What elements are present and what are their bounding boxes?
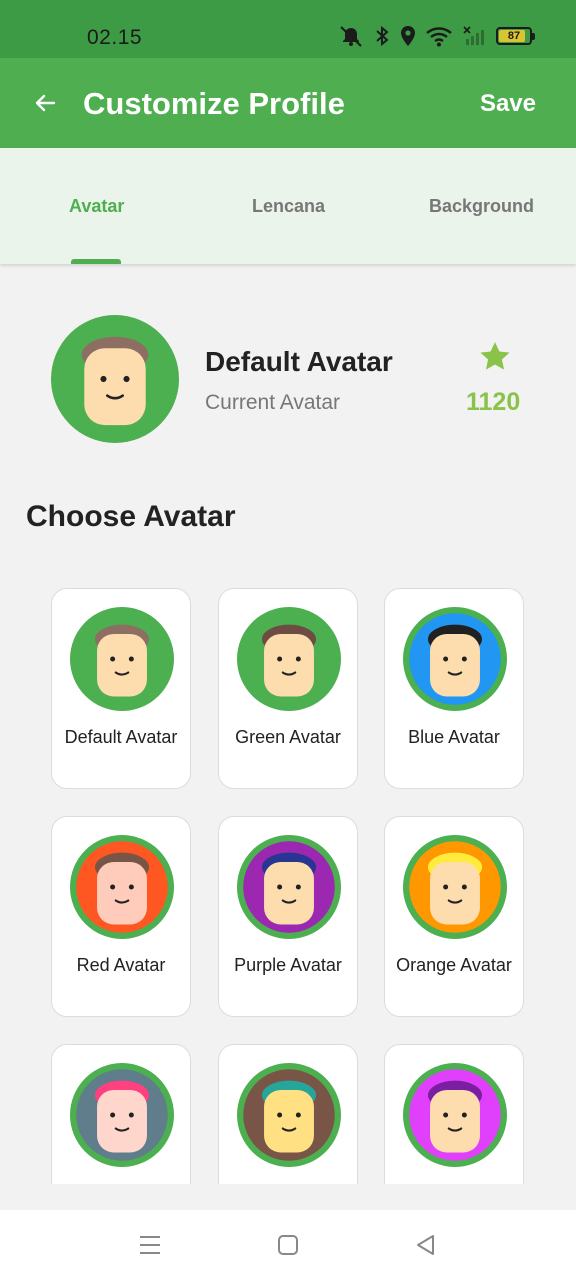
avatar-card[interactable] bbox=[51, 1044, 191, 1184]
app-bar: Customize Profile Save bbox=[0, 58, 576, 148]
avatar-label: Green Avatar bbox=[235, 727, 341, 747]
back-triangle-icon[interactable] bbox=[413, 1232, 439, 1258]
active-tab-indicator bbox=[71, 259, 121, 264]
system-nav-bar bbox=[0, 1210, 576, 1280]
status-time: 02.15 bbox=[87, 26, 143, 49]
points-value: 1120 bbox=[466, 388, 521, 416]
save-button[interactable]: Save bbox=[480, 90, 536, 118]
avatar-card[interactable]: Orange Avatar bbox=[384, 816, 524, 1017]
avatar-card[interactable]: Green Avatar bbox=[218, 588, 358, 789]
avatar-image bbox=[403, 1063, 507, 1167]
tab-lencana[interactable]: Lencana bbox=[252, 196, 325, 217]
avatar-card[interactable]: Purple Avatar bbox=[218, 816, 358, 1017]
avatar-image bbox=[237, 1063, 341, 1167]
avatar-card[interactable]: Default Avatar bbox=[51, 588, 191, 789]
mute-notifications-icon bbox=[340, 26, 362, 47]
avatar-label: Default Avatar bbox=[64, 727, 178, 747]
current-avatar bbox=[51, 315, 179, 443]
avatar-card[interactable] bbox=[384, 1044, 524, 1184]
avatar-label: Red Avatar bbox=[76, 955, 166, 975]
avatar-image bbox=[70, 607, 174, 711]
location-icon bbox=[401, 26, 415, 46]
wifi-icon bbox=[426, 27, 452, 47]
tab-bar: Avatar Lencana Background bbox=[0, 148, 576, 264]
avatar-image bbox=[237, 835, 341, 939]
menu-icon[interactable] bbox=[137, 1232, 163, 1258]
avatar-image bbox=[403, 607, 507, 711]
avatar-card[interactable]: Blue Avatar bbox=[384, 588, 524, 789]
avatar-image bbox=[70, 835, 174, 939]
star-icon bbox=[480, 342, 510, 370]
back-button[interactable] bbox=[30, 86, 60, 120]
avatar-image bbox=[237, 607, 341, 711]
avatar-label: Purple Avatar bbox=[234, 955, 342, 975]
battery-level: 87 bbox=[507, 30, 521, 42]
avatar-image bbox=[70, 1063, 174, 1167]
bluetooth-icon bbox=[376, 25, 389, 47]
current-avatar-name: Default Avatar bbox=[205, 346, 393, 377]
tab-avatar[interactable]: Avatar bbox=[69, 196, 124, 217]
arrow-left-icon bbox=[35, 94, 56, 112]
status-icons: 87 bbox=[338, 24, 535, 48]
page-title: Customize Profile bbox=[83, 86, 345, 121]
avatar-card[interactable]: Red Avatar bbox=[51, 816, 191, 1017]
current-avatar-subtitle: Current Avatar bbox=[205, 391, 341, 414]
avatar-card[interactable] bbox=[218, 1044, 358, 1184]
avatar-grid: Default Avatar Green Avatar Blue Avatar Red… bbox=[0, 560, 576, 1184]
section-title: Choose Avatar bbox=[26, 500, 236, 533]
avatar-label: Blue Avatar bbox=[408, 727, 500, 747]
tab-background[interactable]: Background bbox=[429, 196, 534, 217]
status-bar: 02.15 87 bbox=[0, 0, 576, 58]
avatar-label: Orange Avatar bbox=[396, 955, 512, 975]
home-icon[interactable] bbox=[275, 1232, 301, 1258]
avatar-image bbox=[403, 835, 507, 939]
signal-icon bbox=[463, 26, 484, 45]
battery-icon: 87 bbox=[496, 27, 535, 45]
